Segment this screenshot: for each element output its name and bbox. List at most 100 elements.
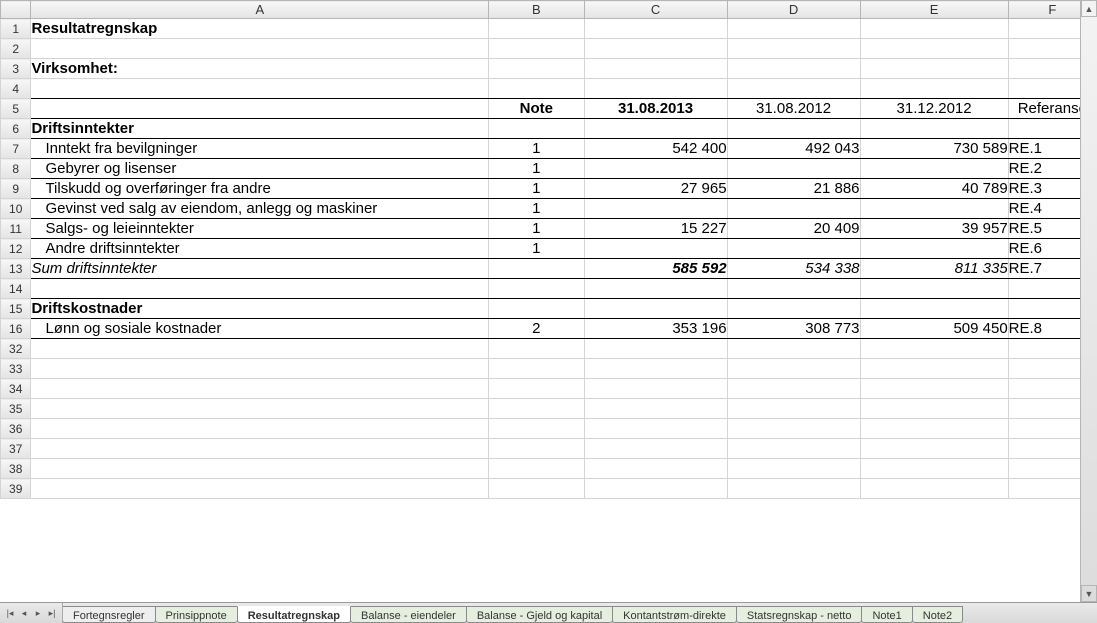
row-val3[interactable] (860, 199, 1008, 219)
row-label[interactable]: Lønn og sosiale kostnader (31, 319, 489, 339)
cell[interactable] (860, 399, 1008, 419)
column-header-A[interactable]: A (31, 1, 489, 19)
row-val3[interactable]: 730 589 (860, 139, 1008, 159)
cell[interactable] (31, 399, 489, 419)
cell[interactable] (584, 379, 727, 399)
row-label[interactable]: Gevinst ved salg av eiendom, anlegg og m… (31, 199, 489, 219)
cell[interactable] (860, 79, 1008, 99)
cell[interactable] (489, 79, 584, 99)
row-header-38[interactable]: 38 (1, 459, 31, 479)
cell[interactable] (860, 19, 1008, 39)
row-val3[interactable]: 40 789 (860, 179, 1008, 199)
cell[interactable] (584, 39, 727, 59)
sum-v3[interactable]: 811 335 (860, 259, 1008, 279)
header-note[interactable]: Note (489, 99, 584, 119)
cell[interactable] (489, 339, 584, 359)
scroll-down-icon[interactable]: ▼ (1081, 585, 1097, 602)
row-label[interactable]: Gebyrer og lisenser (31, 159, 489, 179)
cell[interactable] (31, 359, 489, 379)
cell[interactable] (727, 299, 860, 319)
cell[interactable] (584, 339, 727, 359)
cell[interactable] (584, 459, 727, 479)
row-header-34[interactable]: 34 (1, 379, 31, 399)
column-header-C[interactable]: C (584, 1, 727, 19)
cell[interactable] (31, 459, 489, 479)
vertical-scrollbar[interactable]: ▲ ▼ (1080, 0, 1097, 602)
row-label[interactable]: Inntekt fra bevilgninger (31, 139, 489, 159)
row-header-12[interactable]: 12 (1, 239, 31, 259)
cell[interactable] (31, 79, 489, 99)
cell[interactable] (860, 439, 1008, 459)
page-title[interactable]: Resultatregnskap (31, 19, 489, 39)
tab-nav-first-icon[interactable]: |◂ (4, 607, 16, 619)
subtitle[interactable]: Virksomhet: (31, 59, 489, 79)
row-label[interactable]: Andre driftsinntekter (31, 239, 489, 259)
sheet-tab-statsregnskap-netto[interactable]: Statsregnskap - netto (736, 606, 863, 623)
row-header-14[interactable]: 14 (1, 279, 31, 299)
header-date3[interactable]: 31.12.2012 (860, 99, 1008, 119)
row-note[interactable]: 1 (489, 219, 584, 239)
row-val2[interactable] (727, 239, 860, 259)
row-note[interactable]: 1 (489, 159, 584, 179)
scroll-up-icon[interactable]: ▲ (1081, 0, 1097, 17)
row-header-6[interactable]: 6 (1, 119, 31, 139)
cell[interactable] (489, 39, 584, 59)
column-header-D[interactable]: D (727, 1, 860, 19)
row-label[interactable]: Salgs- og leieinntekter (31, 219, 489, 239)
section-driftskostnader[interactable]: Driftskostnader (31, 299, 489, 319)
cell[interactable] (489, 379, 584, 399)
cell[interactable] (584, 419, 727, 439)
column-header-E[interactable]: E (860, 1, 1008, 19)
cell[interactable] (727, 359, 860, 379)
row-val2[interactable]: 20 409 (727, 219, 860, 239)
cell[interactable] (489, 419, 584, 439)
row-header-10[interactable]: 10 (1, 199, 31, 219)
row-header-39[interactable]: 39 (1, 479, 31, 499)
row-header-33[interactable]: 33 (1, 359, 31, 379)
row-header-4[interactable]: 4 (1, 79, 31, 99)
cell[interactable] (727, 439, 860, 459)
cell[interactable] (489, 299, 584, 319)
cell[interactable] (860, 459, 1008, 479)
row-header-15[interactable]: 15 (1, 299, 31, 319)
row-header-5[interactable]: 5 (1, 99, 31, 119)
cell[interactable] (489, 59, 584, 79)
row-note[interactable]: 1 (489, 199, 584, 219)
column-header-B[interactable]: B (489, 1, 584, 19)
row-note[interactable]: 1 (489, 239, 584, 259)
cell[interactable] (489, 19, 584, 39)
row-val3[interactable]: 509 450 (860, 319, 1008, 339)
tab-nav-last-icon[interactable]: ▸| (46, 607, 58, 619)
row-header-7[interactable]: 7 (1, 139, 31, 159)
cell[interactable] (727, 79, 860, 99)
cell[interactable] (489, 479, 584, 499)
header-blank[interactable] (31, 99, 489, 119)
cell[interactable] (584, 19, 727, 39)
select-all-corner[interactable] (1, 1, 31, 19)
row-val3[interactable] (860, 239, 1008, 259)
cell[interactable] (584, 399, 727, 419)
row-header-37[interactable]: 37 (1, 439, 31, 459)
row-header-9[interactable]: 9 (1, 179, 31, 199)
row-val1[interactable]: 27 965 (584, 179, 727, 199)
sheet-tab-note1[interactable]: Note1 (861, 606, 912, 623)
sum-v1[interactable]: 585 592 (584, 259, 727, 279)
row-header-11[interactable]: 11 (1, 219, 31, 239)
row-val2[interactable] (727, 199, 860, 219)
cell[interactable] (31, 39, 489, 59)
row-header-13[interactable]: 13 (1, 259, 31, 279)
cell[interactable] (727, 459, 860, 479)
row-header-8[interactable]: 8 (1, 159, 31, 179)
cell[interactable] (31, 479, 489, 499)
cell[interactable] (31, 279, 489, 299)
cell[interactable] (584, 359, 727, 379)
cell[interactable] (31, 439, 489, 459)
cell[interactable] (860, 359, 1008, 379)
row-header-36[interactable]: 36 (1, 419, 31, 439)
cell[interactable] (727, 379, 860, 399)
cell[interactable] (727, 59, 860, 79)
cell[interactable] (584, 439, 727, 459)
cell[interactable] (31, 339, 489, 359)
cell[interactable] (860, 59, 1008, 79)
row-val3[interactable] (860, 159, 1008, 179)
